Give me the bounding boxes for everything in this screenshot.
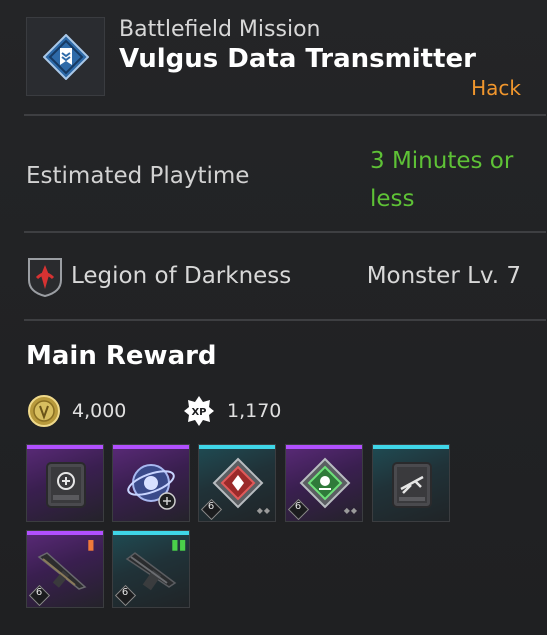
mission-type: Battlefield Mission [119,17,321,42]
reward-item-data-module[interactable] [26,444,104,522]
gold-amount: 4,000 [72,400,127,422]
mission-tag: Hack [471,76,521,100]
orb-sphere-icon [127,464,176,510]
rarity-stripe [199,445,275,449]
rarity-stripe [286,445,362,449]
mission-diamond-icon [43,34,89,80]
tier-badge: 6 [28,584,51,607]
faction-name: Legion of Darkness [71,263,292,289]
tier-badge: 6 [287,498,310,521]
mission-info-panel: Battlefield Mission Vulgus Data Transmit… [0,0,547,635]
playtime-value-line2: less [370,186,415,212]
dots-indicator: ◆◆ [343,506,358,515]
reward-item-weapon-module[interactable] [372,444,450,522]
tier-badge-number: 6 [207,501,215,512]
monster-level: Monster Lv. 7 [366,263,521,289]
dots-indicator: ◆◆ [256,506,271,515]
data-module-icon [46,462,86,508]
mission-header: Battlefield Mission Vulgus Data Transmit… [0,0,547,112]
reward-item-shotgun[interactable]: ▮▮ 6 [112,530,190,608]
tier-badge: 6 [114,584,137,607]
divider [24,319,546,321]
playtime-value: 3 Minutes or less [370,142,540,218]
ammo-type-icon: ▮▮ [171,537,187,553]
legion-of-darkness-icon [28,258,62,298]
main-reward-title: Main Reward [26,341,217,371]
tier-badge-number: 6 [35,587,43,598]
rarity-stripe [27,445,103,449]
rarity-stripe [113,531,189,535]
tier-badge-number: 6 [121,587,129,598]
xp-icon: XP [184,396,214,426]
divider [24,114,546,116]
tier-badge-number: 6 [294,501,302,512]
gold-coin-icon [28,395,60,427]
weapon-module-icon [392,462,432,508]
rarity-stripe [27,531,103,535]
xp-amount: 1,170 [227,400,282,422]
reward-item-assault-rifle[interactable]: ▮ 6 [26,530,104,608]
playtime-label: Estimated Playtime [26,163,250,189]
reward-item-red-rune[interactable]: 6 ◆◆ [198,444,276,522]
ammo-type-icon: ▮ [87,537,95,553]
rarity-stripe [373,445,449,449]
rarity-stripe [113,445,189,449]
playtime-value-line1: 3 Minutes or [370,148,514,174]
reward-item-orb[interactable] [112,444,190,522]
divider [24,231,546,233]
mission-icon-frame [26,17,105,96]
tier-badge: 6 [200,498,223,521]
xp-icon-label: XP [191,407,206,418]
reward-item-green-rune[interactable]: 6 ◆◆ [285,444,363,522]
mission-name: Vulgus Data Transmitter [119,44,476,74]
